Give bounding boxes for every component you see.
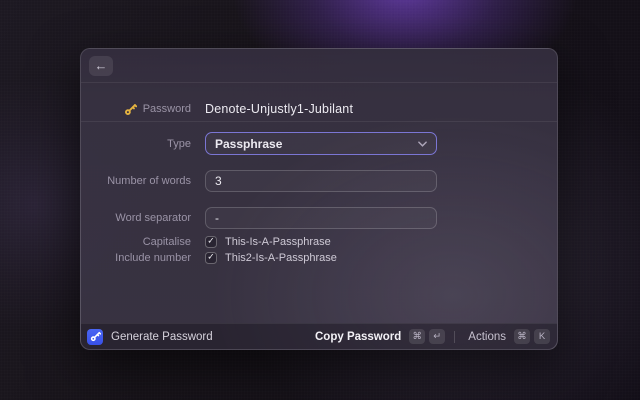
enter-keycap: ↵ (429, 329, 446, 344)
capitalise-cell: ✓ This-Is-A-Passphrase (205, 235, 437, 248)
extension-icon (87, 328, 103, 345)
chevron-down-icon (418, 140, 427, 147)
capitalise-preview-text: This-Is-A-Passphrase (225, 235, 331, 248)
checkmark-icon: ✓ (207, 251, 215, 262)
password-generator-window: ← Password Denote-Unjustly1-Jubilant Typ… (80, 48, 558, 350)
include-number-cell: ✓ This2-Is-A-Passphrase (205, 251, 437, 264)
number-of-words-label: Number of words (107, 175, 191, 187)
type-field-label: Type (167, 137, 191, 150)
word-separator-value: - (215, 211, 219, 225)
back-arrow-icon: ← (94, 58, 108, 73)
number-of-words-row: Number of words 3 (81, 170, 557, 192)
capitalise-row: Capitalise ✓ This-Is-A-Passphrase (81, 235, 557, 248)
type-dropdown-value: Passphrase (215, 136, 283, 151)
type-dropdown[interactable]: Passphrase (205, 132, 437, 155)
key-icon (124, 103, 137, 116)
include-number-row: Include number ✓ This2-Is-A-Passphrase (81, 251, 557, 264)
back-button[interactable]: ← (89, 55, 113, 76)
generated-password-row: Password Denote-Unjustly1-Jubilant (81, 83, 557, 122)
command-title: Generate Password (111, 330, 213, 343)
capitalise-checkbox[interactable]: ✓ (205, 235, 217, 248)
include-number-checkbox[interactable]: ✓ (205, 251, 217, 264)
number-of-words-value: 3 (215, 174, 222, 188)
password-label-cell: Password (81, 97, 191, 121)
include-number-preview-text: This2-Is-A-Passphrase (225, 251, 337, 264)
number-of-words-input[interactable]: 3 (205, 170, 437, 192)
password-label: Password (142, 103, 191, 115)
type-row: Type Passphrase (81, 132, 557, 155)
footer-divider (454, 330, 456, 343)
cmd-keycap: ⌘ (514, 329, 530, 344)
copy-password-button[interactable]: Copy Password (315, 331, 401, 343)
password-form: Type Passphrase Number of words 3 Word s… (81, 122, 557, 264)
k-keycap: K (534, 329, 550, 344)
action-bar: Generate Password Copy Password ⌘ ↵ Acti… (81, 323, 557, 349)
include-number-label: Include number (115, 251, 191, 264)
generated-password-value: Denote-Unjustly1-Jubilant (205, 102, 354, 116)
action-bar-right: Copy Password ⌘ ↵ Actions ⌘ K (315, 329, 550, 344)
capitalise-label: Capitalise (142, 235, 191, 248)
action-bar-left: Generate Password (87, 328, 213, 345)
cmd-keycap: ⌘ (409, 329, 426, 344)
checkmark-icon: ✓ (207, 235, 215, 246)
word-separator-label: Word separator (115, 212, 191, 224)
actions-button[interactable]: Actions (468, 331, 506, 343)
desktop-background: ← Password Denote-Unjustly1-Jubilant Typ… (0, 0, 640, 400)
word-separator-row: Word separator - (81, 207, 557, 229)
window-header: ← (81, 49, 557, 83)
word-separator-input[interactable]: - (205, 207, 437, 229)
